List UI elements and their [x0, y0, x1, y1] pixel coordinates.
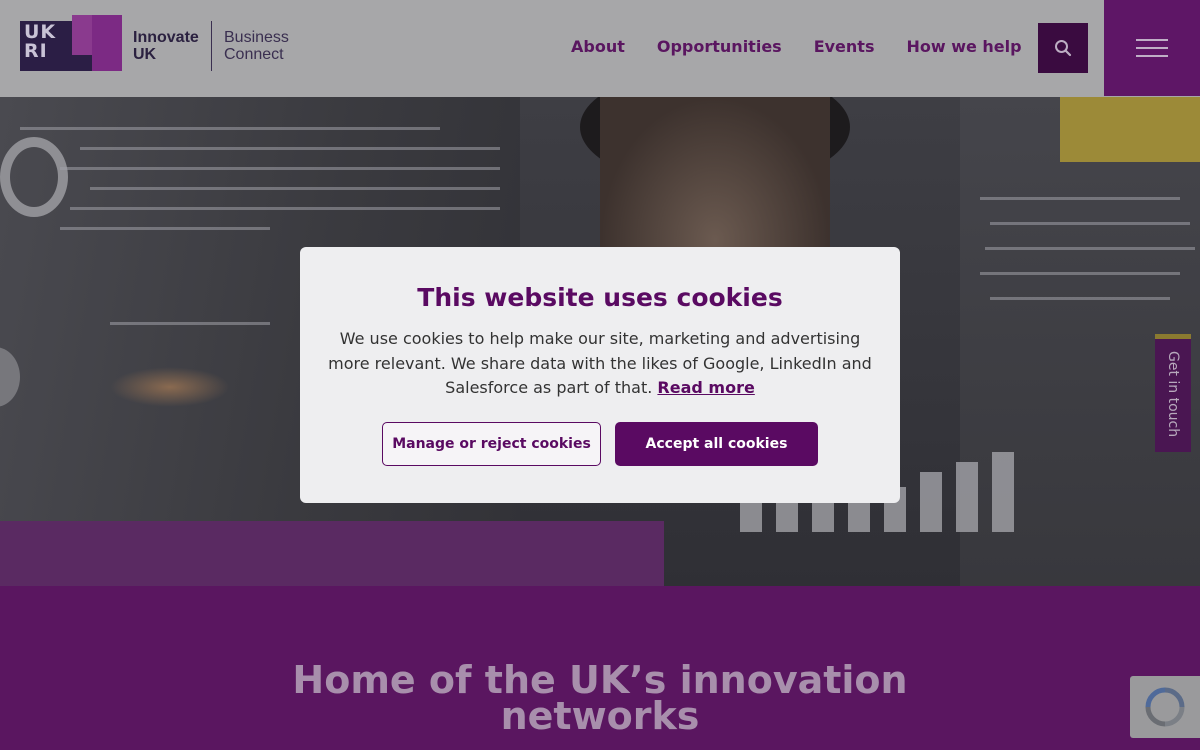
innovate-uk-wordmark: Innovate UK [133, 29, 199, 63]
logo-divider [211, 21, 212, 71]
hero-text-line [80, 147, 500, 150]
hamburger-menu-icon-line [1136, 47, 1168, 49]
innovate-line2: UK [133, 46, 157, 63]
innovate-line1: Innovate [133, 29, 199, 46]
nav-how-we-help[interactable]: How we help [906, 37, 1021, 56]
hero-text-line [985, 247, 1195, 250]
hero-text-line [990, 297, 1170, 300]
cookie-dialog-title: This website uses cookies [417, 283, 783, 312]
main-nav: About Opportunities Events How we help [571, 37, 1022, 56]
ukri-logo-accent-2 [92, 15, 122, 71]
recaptcha-badge[interactable] [1130, 676, 1200, 738]
nav-about[interactable]: About [571, 37, 625, 56]
hero-ring-graphic [0, 137, 68, 217]
get-in-touch-tab[interactable]: Get in touch [1155, 334, 1191, 452]
ukri-logo-text: UK RI [24, 21, 57, 62]
get-in-touch-label: Get in touch [1165, 351, 1181, 438]
hero-text-line [70, 207, 500, 210]
innovate-uk-business-connect-logo[interactable]: UK RI Innovate UK Business Connect [20, 15, 290, 73]
business-line2: Connect [224, 46, 284, 63]
hero-bar [992, 452, 1014, 532]
hero-text-line [60, 227, 270, 230]
hero-text-line [990, 222, 1190, 225]
cookie-consent-dialog: This website uses cookies We use cookies… [300, 247, 900, 503]
search-button[interactable] [1038, 23, 1088, 73]
manage-cookies-button[interactable]: Manage or reject cookies [382, 422, 601, 466]
cookie-dialog-text: We use cookies to help make our site, ma… [328, 329, 872, 397]
business-line1: Business [224, 29, 289, 46]
search-icon [1055, 40, 1072, 57]
hero-text-line [20, 127, 440, 130]
hero-bar [920, 472, 942, 532]
hero-text-line [980, 197, 1180, 200]
hamburger-menu-icon [1136, 39, 1168, 41]
read-more-link[interactable]: Read more [657, 378, 754, 397]
site-header: UK RI Innovate UK Business Connect About… [0, 0, 1200, 97]
hero-purple-strip [0, 521, 664, 586]
nav-events[interactable]: Events [814, 37, 875, 56]
accept-cookies-button[interactable]: Accept all cookies [615, 422, 818, 466]
hero-glow [110, 367, 230, 407]
nav-opportunities[interactable]: Opportunities [657, 37, 782, 56]
hero-text-line [980, 272, 1180, 275]
hero-yellow-accent [1060, 97, 1200, 162]
menu-button[interactable] [1104, 0, 1200, 96]
page-title: Home of the UK’s innovation networks [292, 658, 908, 738]
business-connect-wordmark: Business Connect [224, 29, 289, 63]
hero-text-line [90, 187, 500, 190]
hamburger-menu-icon-line [1136, 55, 1168, 57]
recaptcha-icon [1145, 687, 1185, 727]
hero-bar [956, 462, 978, 532]
cookie-dialog-body: We use cookies to help make our site, ma… [320, 327, 880, 401]
hero-text-line [60, 167, 500, 170]
hero-bar [740, 502, 762, 532]
hero-text-line [110, 322, 270, 325]
